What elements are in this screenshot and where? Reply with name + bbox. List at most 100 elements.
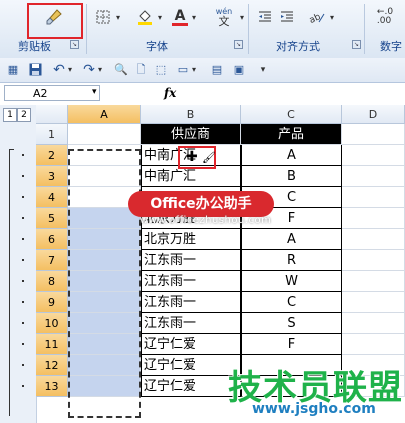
row-header-5[interactable]: 5 bbox=[36, 208, 68, 229]
row-header-8[interactable]: 8 bbox=[36, 271, 68, 292]
cell-D5[interactable] bbox=[342, 208, 405, 229]
format-painter-button[interactable] bbox=[36, 6, 72, 28]
shape-dropdown-icon[interactable]: ▾ bbox=[190, 63, 198, 77]
cell-B9[interactable]: 江东雨一 bbox=[141, 292, 241, 313]
cell-C2[interactable]: A bbox=[241, 145, 342, 166]
alignment-group-label: 对齐方式 bbox=[276, 40, 320, 53]
outline-dot bbox=[22, 217, 24, 219]
cell-B10[interactable]: 江东雨一 bbox=[141, 313, 241, 334]
row-header-6[interactable]: 6 bbox=[36, 229, 68, 250]
name-box[interactable]: A2 bbox=[4, 85, 100, 101]
cell-D4[interactable] bbox=[342, 187, 405, 208]
cell-C7[interactable]: R bbox=[241, 250, 342, 271]
font-color-button[interactable]: A bbox=[170, 6, 190, 28]
decrease-indent-icon bbox=[259, 11, 271, 22]
font-group-label: 字体 bbox=[146, 40, 168, 53]
header-supplier[interactable]: 供应商 bbox=[141, 124, 241, 145]
cell-B13[interactable]: 辽宁仁爱 bbox=[141, 376, 241, 397]
cell-C10[interactable]: S bbox=[241, 313, 342, 334]
header-product[interactable]: 产品 bbox=[241, 124, 342, 145]
row-header-1[interactable]: 1 bbox=[36, 124, 68, 145]
watermark-url: www.officezhushou.com bbox=[140, 215, 272, 226]
cell-C6[interactable]: A bbox=[241, 229, 342, 250]
column-header-A[interactable]: A bbox=[68, 105, 141, 124]
outline-dot bbox=[22, 259, 24, 261]
alignment-dialog-launcher-icon[interactable]: ↘ bbox=[352, 40, 361, 49]
cell-B6[interactable]: 北京万胜 bbox=[141, 229, 241, 250]
customize-toolbar-icon[interactable]: ▾ bbox=[256, 63, 270, 77]
shape-icon[interactable]: ▭ bbox=[176, 63, 190, 77]
table-icon[interactable]: ▦ bbox=[6, 63, 20, 77]
cell-D1[interactable] bbox=[342, 124, 405, 145]
row-header-2[interactable]: 2 bbox=[36, 145, 68, 166]
row-header-13[interactable]: 13 bbox=[36, 376, 68, 397]
orientation-dropdown-icon[interactable]: ▾ bbox=[328, 6, 336, 28]
redo-dropdown-icon[interactable]: ▾ bbox=[96, 63, 104, 77]
phonetic-dropdown-icon[interactable]: ▾ bbox=[238, 6, 246, 28]
table-format-icon[interactable]: ▤ bbox=[210, 63, 224, 77]
outline-level-2-button[interactable]: 2 bbox=[17, 108, 31, 122]
clipboard-dialog-launcher-icon[interactable]: ↘ bbox=[70, 40, 79, 49]
select-all-corner[interactable] bbox=[36, 105, 68, 124]
row-header-10[interactable]: 10 bbox=[36, 313, 68, 334]
paintbrush-icon bbox=[46, 9, 62, 25]
cell-D2[interactable] bbox=[342, 145, 405, 166]
cell-C3[interactable]: B bbox=[241, 166, 342, 187]
orientation-button[interactable]: ab bbox=[306, 6, 328, 28]
increase-indent-button[interactable] bbox=[278, 6, 296, 28]
row-header-12[interactable]: 12 bbox=[36, 355, 68, 376]
jsgho-site: www.jsgho.com bbox=[252, 401, 376, 417]
cell-C11[interactable]: F bbox=[241, 334, 342, 355]
row-header-4[interactable]: 4 bbox=[36, 187, 68, 208]
cell-A1[interactable] bbox=[68, 124, 141, 145]
outline-pane bbox=[0, 105, 37, 423]
phonetic-button[interactable]: wén 文 bbox=[210, 6, 238, 28]
redo-icon[interactable]: ↷ bbox=[82, 63, 96, 77]
new-document-icon[interactable]: 🗋 bbox=[134, 63, 148, 77]
office-helper-banner: Office办公助手 bbox=[128, 191, 274, 217]
fill-bucket-icon bbox=[138, 10, 152, 25]
cell-C8[interactable]: W bbox=[241, 271, 342, 292]
cell-D6[interactable] bbox=[342, 229, 405, 250]
cell-B8[interactable]: 江东雨一 bbox=[141, 271, 241, 292]
row-header-11[interactable]: 11 bbox=[36, 334, 68, 355]
fill-color-button[interactable] bbox=[134, 6, 156, 28]
borders-button[interactable] bbox=[92, 6, 114, 28]
cell-B12[interactable]: 辽宁仁爱 bbox=[141, 355, 241, 376]
cell-B7[interactable]: 江东雨一 bbox=[141, 250, 241, 271]
cell-D9[interactable] bbox=[342, 292, 405, 313]
name-box-dropdown-icon[interactable]: ▾ bbox=[92, 87, 97, 97]
column-header-C[interactable]: C bbox=[241, 105, 342, 124]
column-header-D[interactable]: D bbox=[342, 105, 405, 124]
cell-C9[interactable]: C bbox=[241, 292, 342, 313]
brush-cursor-icon: 🖌 bbox=[202, 151, 216, 164]
borders-dropdown-icon[interactable]: ▾ bbox=[114, 6, 122, 28]
cell-D10[interactable] bbox=[342, 313, 405, 334]
row-header-7[interactable]: 7 bbox=[36, 250, 68, 271]
increase-decimal-button[interactable]: ←.0 .00 bbox=[370, 6, 400, 28]
cell-B11[interactable]: 辽宁仁爱 bbox=[141, 334, 241, 355]
print-preview-icon[interactable]: 🔍 bbox=[114, 63, 128, 77]
outline-dot bbox=[22, 280, 24, 282]
cell-D8[interactable] bbox=[342, 271, 405, 292]
decrease-indent-button[interactable] bbox=[256, 6, 274, 28]
undo-icon[interactable]: ↶ bbox=[52, 63, 66, 77]
font-color-dropdown-icon[interactable]: ▾ bbox=[190, 6, 198, 28]
outline-level-1-button[interactable]: 1 bbox=[3, 108, 17, 122]
cell-D7[interactable] bbox=[342, 250, 405, 271]
cell-D11[interactable] bbox=[342, 334, 405, 355]
font-color-glyph: A bbox=[174, 7, 186, 24]
row-header-3[interactable]: 3 bbox=[36, 166, 68, 187]
fill-color-dropdown-icon[interactable]: ▾ bbox=[156, 6, 164, 28]
font-dialog-launcher-icon[interactable]: ↘ bbox=[234, 40, 243, 49]
cell-D3[interactable] bbox=[342, 166, 405, 187]
image-icon[interactable]: ▣ bbox=[232, 63, 246, 77]
column-header-B[interactable]: B bbox=[141, 105, 241, 124]
save-icon[interactable] bbox=[28, 63, 42, 77]
cell-B3[interactable]: 中南广汇 bbox=[141, 166, 241, 187]
row-header-9[interactable]: 9 bbox=[36, 292, 68, 313]
fx-label[interactable]: fx bbox=[164, 86, 176, 100]
selection-marquee bbox=[68, 149, 141, 418]
undo-dropdown-icon[interactable]: ▾ bbox=[66, 63, 74, 77]
format-icon[interactable]: ⬚ bbox=[154, 63, 168, 77]
